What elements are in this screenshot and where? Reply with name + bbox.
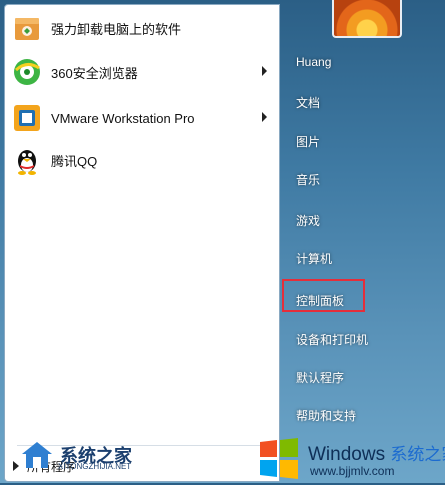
right-item-music[interactable]: 音乐 <box>296 171 320 188</box>
chevron-right-icon <box>262 66 267 76</box>
program-item-qq[interactable]: 腾讯QQ <box>11 143 273 177</box>
right-item-huang[interactable]: Huang <box>296 55 331 69</box>
qq-penguin-icon <box>11 144 43 176</box>
watermark-url: XITONGZHIJIA.NET <box>58 462 132 471</box>
program-label: 360安全浏览器 <box>51 65 138 81</box>
right-item-default-programs[interactable]: 默认程序 <box>296 369 344 386</box>
right-item-devices-printers[interactable]: 设备和打印机 <box>296 331 368 348</box>
program-item-vmware[interactable]: VMware Workstation Pro <box>11 101 273 135</box>
chevron-right-icon <box>262 112 267 122</box>
watermark-brand: Windows 系统之家 <box>308 440 445 466</box>
start-menu-right-pane: Huang 文档 图片 音乐 游戏 计算机 控制面板 设备和打印机 默认程序 帮… <box>282 0 445 483</box>
vmware-icon <box>11 102 43 134</box>
windows-logo-icon <box>260 438 298 479</box>
right-item-computer[interactable]: 计算机 <box>296 250 332 267</box>
uninstall-box-icon <box>11 12 43 44</box>
program-item-360-browser[interactable]: 360安全浏览器 <box>11 55 273 89</box>
right-item-help-support[interactable]: 帮助和支持 <box>296 407 356 424</box>
360-browser-icon <box>11 56 43 88</box>
start-menu-programs-pane: 强力卸载电脑上的软件 360安全浏览器 VMware Workstation P… <box>4 4 280 482</box>
program-label: 强力卸载电脑上的软件 <box>51 21 182 37</box>
program-label: 腾讯QQ <box>51 153 98 169</box>
right-item-pictures[interactable]: 图片 <box>296 133 320 150</box>
watermark-brand-en: Windows <box>308 444 386 465</box>
program-label: VMware Workstation Pro <box>51 110 195 126</box>
right-item-documents[interactable]: 文档 <box>296 94 320 111</box>
watermark-xitongzhijia: 系统之家 XITONGZHIJIA.NET <box>18 438 132 472</box>
right-item-games[interactable]: 游戏 <box>296 212 320 229</box>
control-panel-highlight-box <box>282 279 365 312</box>
program-item-uninstaller[interactable]: 强力卸载电脑上的软件 <box>11 11 273 45</box>
watermark-brand-cn: 系统之家 <box>390 445 445 464</box>
watermark-windows: Windows 系统之家 www.bjjmlv.com <box>256 436 445 485</box>
user-avatar-flower[interactable] <box>332 0 402 38</box>
watermark-site-url: www.bjjmlv.com <box>310 464 395 478</box>
house-logo-icon <box>22 442 52 468</box>
